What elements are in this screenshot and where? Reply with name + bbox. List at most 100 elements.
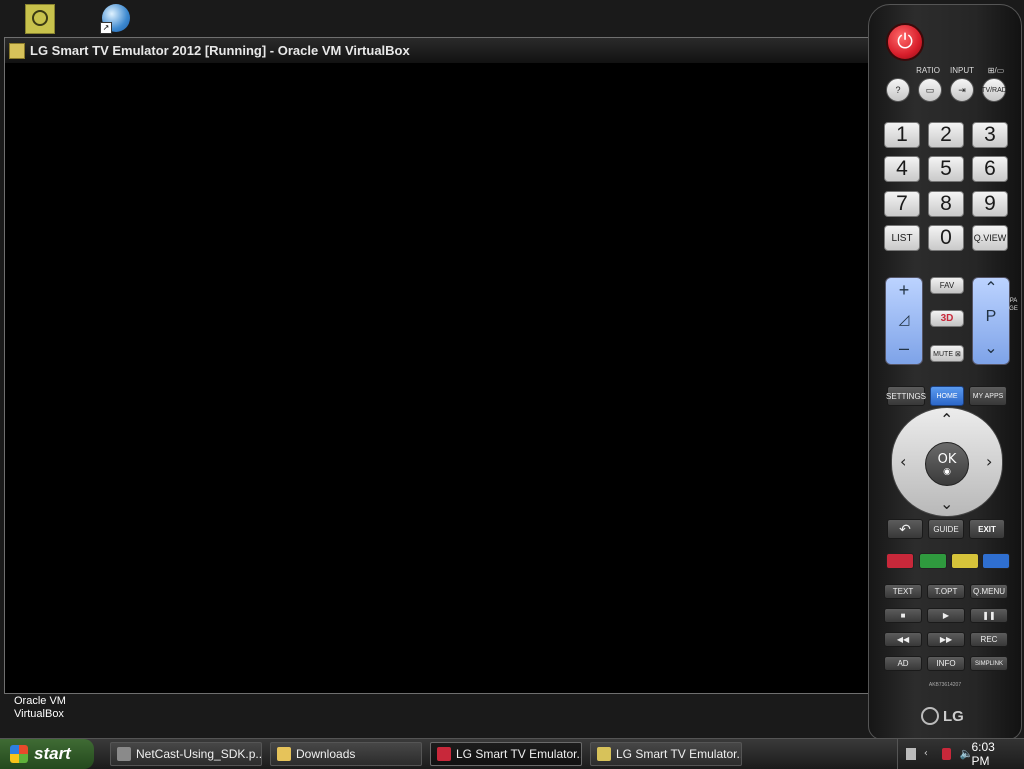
qview-button[interactable]: Q.VIEW [972,225,1008,251]
topt-button[interactable]: T.OPT [927,584,965,599]
ratio-label: RATIO [916,66,940,75]
tv-rad-button[interactable]: TV/RAD [981,78,1007,102]
qmenu-button[interactable]: Q.MENU [970,584,1008,599]
red-button[interactable] [886,553,914,569]
stop-button[interactable]: ■ [884,608,922,623]
model-number-label: AKB73614207 [928,682,962,688]
lg-logo: LG [921,707,964,725]
lg-tray-icon[interactable] [941,748,952,760]
ratio-button[interactable]: ▭ [918,78,942,102]
taskbar-item-label: LG Smart TV Emulator... [616,747,742,761]
taskbar: start NetCast-Using_SDK.p... Downloads L… [0,738,1024,769]
3d-button[interactable]: 3D [930,310,964,327]
folder-icon [277,747,291,761]
ok-label: OK [937,451,957,467]
start-button[interactable]: start [0,739,94,769]
virtualbox-desktop-label[interactable]: Oracle VM VirtualBox [14,695,74,721]
yellow-button[interactable] [951,553,979,569]
volume-icon: ◿ [898,311,910,327]
number-6-button[interactable]: 6 [972,156,1008,182]
mute-button[interactable]: MUTE ⊠ [930,345,964,362]
window-titlebar[interactable]: LG Smart TV Emulator 2012 [Running] - Or… [5,38,869,63]
lg-logo-icon [921,707,939,725]
taskbar-item-downloads[interactable]: Downloads [270,742,422,766]
shortcut-arrow-icon: ↗ [100,22,112,34]
number-3-button[interactable]: 3 [972,122,1008,148]
channel-up-button[interactable]: ⌃ [973,278,1009,298]
lg-emulator-icon [437,747,451,761]
volume-tray-icon[interactable]: 🔈 [959,748,973,760]
text-button[interactable]: TEXT [884,584,922,599]
home-button[interactable]: HOME [930,386,964,406]
taskbar-item-lg-emulator-remote[interactable]: LG Smart TV Emulator... [430,742,582,766]
lg-brand-text: LG [943,707,964,725]
keyboard-icon[interactable] [906,748,916,760]
fast-forward-button[interactable]: ▶▶ [927,632,965,647]
ok-button[interactable]: OK ◉ [925,442,969,486]
input-button[interactable]: ⇥ [950,78,974,102]
exit-button[interactable]: EXIT [969,519,1005,539]
taskbar-item-label: LG Smart TV Emulator... [456,747,582,761]
volume-up-button[interactable]: + [886,280,922,301]
number-1-button[interactable]: 1 [884,122,920,148]
system-tray: ‹ 🔈 6:03 PM [897,739,1024,769]
number-7-button[interactable]: 7 [884,191,920,217]
tv-rad-label: ⊞/▭ [987,66,1005,75]
input-label: INPUT [950,66,974,75]
number-2-button[interactable]: 2 [928,122,964,148]
simplink-button[interactable]: SIMPLINK [970,656,1008,671]
green-button[interactable] [919,553,947,569]
arrow-left-icon[interactable]: ‹ [900,452,906,471]
ok-dot-icon: ◉ [943,466,951,477]
settings-button[interactable]: SETTINGS [886,386,926,406]
channel-rocker[interactable]: ⌃ P ⌄ [972,277,1010,365]
tray-clock[interactable]: 6:03 PM [971,740,1008,768]
rec-button[interactable]: REC [970,632,1008,647]
number-0-button[interactable]: 0 [928,225,964,251]
number-4-button[interactable]: 4 [884,156,920,182]
virtualbox-icon [597,747,611,761]
virtualbox-vm-window: LG Smart TV Emulator 2012 [Running] - Or… [4,37,870,694]
number-9-button[interactable]: 9 [972,191,1008,217]
virtualbox-desktop-icon[interactable] [25,4,55,34]
arrow-down-icon[interactable]: ⌄ [940,494,953,513]
list-button[interactable]: LIST [884,225,920,251]
back-button[interactable]: ↶ [887,519,923,539]
pdf-icon [117,747,131,761]
window-title: LG Smart TV Emulator 2012 [Running] - Or… [30,43,410,58]
my-apps-button[interactable]: MY APPS [969,386,1007,406]
internet-explorer-desktop-icon[interactable]: ↗ [100,4,130,34]
tray-expand-icon[interactable]: ‹ [924,748,934,760]
help-button[interactable]: ? [886,78,910,102]
desktop-label-line1: Oracle VM [14,695,66,707]
arrow-right-icon[interactable]: › [986,452,992,471]
blue-button[interactable] [982,553,1010,569]
desktop-label-line2: VirtualBox [14,708,64,720]
arrow-up-icon[interactable]: ⌃ [940,410,953,429]
navigation-dpad[interactable]: ⌃ ‹ › ⌄ OK ◉ [891,407,1003,517]
pause-button[interactable]: ❚❚ [970,608,1008,623]
windows-logo-icon [10,745,28,763]
taskbar-item-label: NetCast-Using_SDK.p... [136,747,262,761]
power-button[interactable]: ⏻ [886,23,924,61]
taskbar-item-lg-emulator-vbox[interactable]: LG Smart TV Emulator... [590,742,742,766]
play-button[interactable]: ▶ [927,608,965,623]
virtualbox-window-icon [9,42,25,59]
guide-button[interactable]: GUIDE [928,519,964,539]
info-button[interactable]: INFO [927,656,965,671]
lg-remote-control: ⏻ RATIO INPUT ⊞/▭ ? ▭ ⇥ TV/RAD 1 2 3 4 5… [868,4,1022,740]
fav-button[interactable]: FAV [930,277,964,294]
vm-display-screen[interactable] [5,63,869,693]
volume-down-button[interactable]: – [886,338,922,359]
volume-rocker[interactable]: + ◿ – [885,277,923,365]
ad-button[interactable]: AD [884,656,922,671]
channel-down-button[interactable]: ⌄ [973,338,1009,358]
number-5-button[interactable]: 5 [928,156,964,182]
start-label: start [34,744,71,763]
rewind-button[interactable]: ◀◀ [884,632,922,647]
taskbar-item-label: Downloads [296,747,356,761]
page-label: PAGE [1009,298,1018,312]
channel-p-label: P [985,308,997,325]
taskbar-item-netcast-pdf[interactable]: NetCast-Using_SDK.p... [110,742,262,766]
number-8-button[interactable]: 8 [928,191,964,217]
